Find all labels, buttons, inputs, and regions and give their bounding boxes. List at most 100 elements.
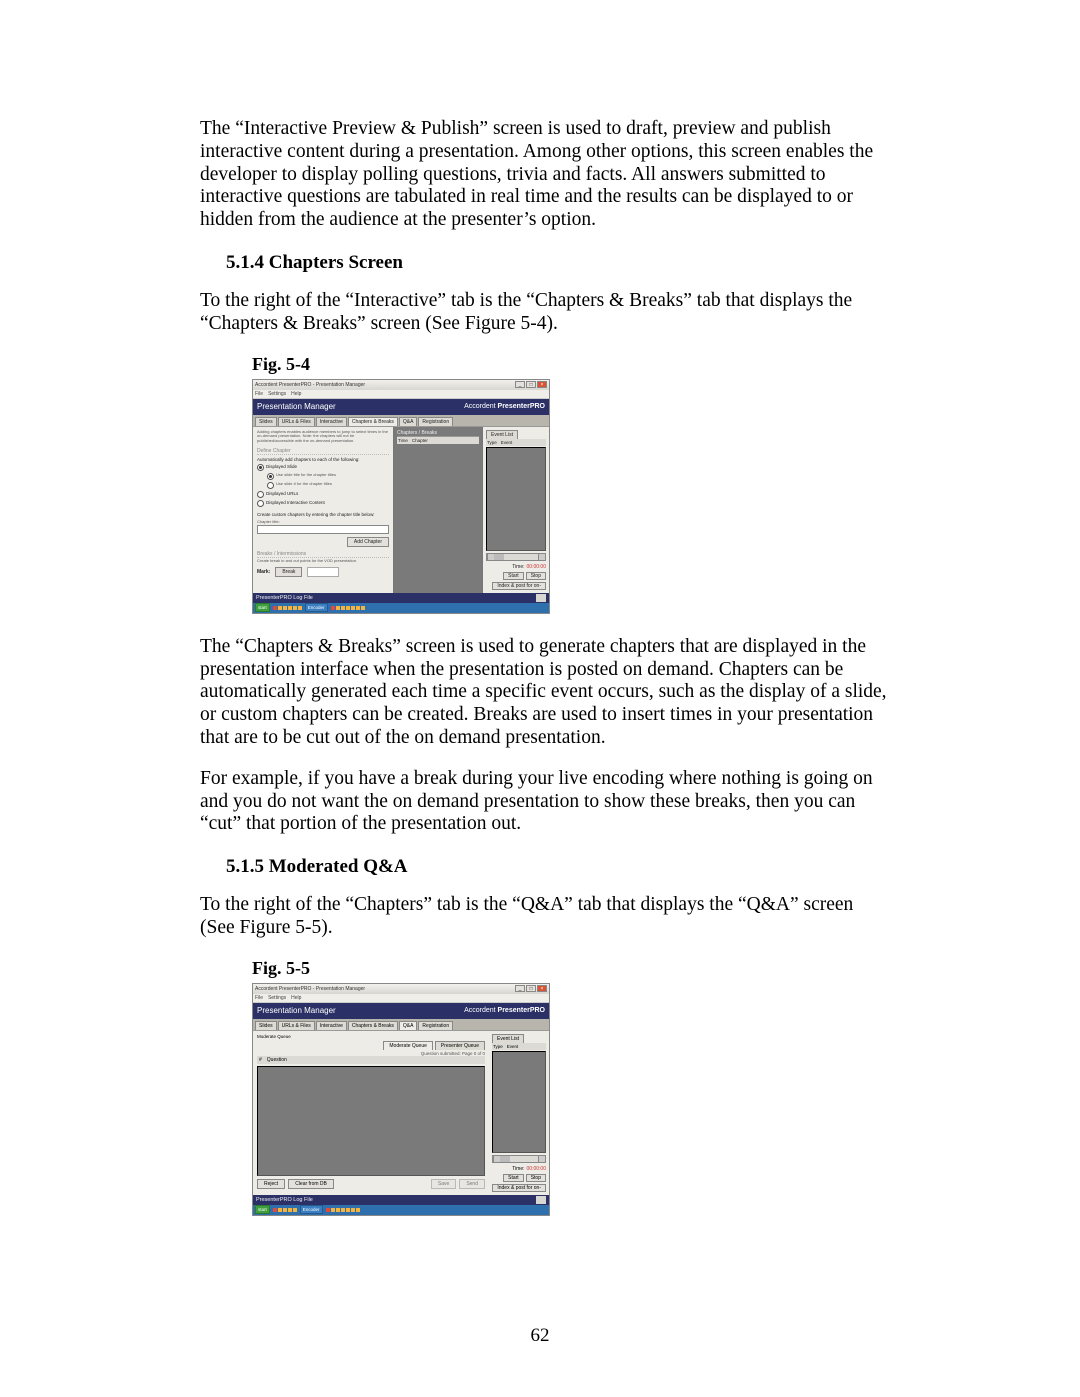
tray-icon[interactable] [351,1208,355,1212]
event-list-panel: Event List Type Event Time: [483,427,549,593]
app-window: Accordent PresenterPRO - Presentation Ma… [252,983,550,1216]
radio-displayed-urls[interactable]: Displayed URLs [257,491,389,498]
task-app[interactable]: Encoder [305,603,328,612]
sub-radio-slide-number[interactable]: Use slide # for the chapter titles [267,482,389,489]
event-list[interactable] [486,447,546,551]
add-chapter-button[interactable]: Add Chapter [347,537,389,547]
close-button[interactable]: × [537,985,547,992]
start-button[interactable]: Start [503,1174,524,1182]
tray-icon[interactable] [361,606,365,610]
menu-file[interactable]: File [255,995,263,1001]
radio-displayed-interactive[interactable]: Displayed Interactive Content [257,500,389,507]
ql-icon[interactable] [298,606,302,610]
stop-button[interactable]: Stop [526,572,546,580]
start-button[interactable]: Start [503,572,524,580]
subtab-moderate-queue[interactable]: Moderate Queue [383,1041,433,1050]
mid-header: Chapters / Breaks [397,430,479,437]
question-list[interactable] [257,1066,485,1176]
menu-settings[interactable]: Settings [268,995,286,1001]
scroll-right-icon[interactable] [538,1156,545,1162]
ql-icon[interactable] [288,1208,292,1212]
scroll-left-icon[interactable] [487,554,494,560]
tab-urls-files[interactable]: URLs & Files [278,1021,315,1030]
minimize-button[interactable]: _ [515,985,525,992]
clear-db-button[interactable]: Clear from DB [288,1179,334,1189]
tab-slides[interactable]: Slides [255,1021,277,1030]
tray-icon[interactable] [336,1208,340,1212]
ql-icon[interactable] [278,1208,282,1212]
maximize-button[interactable]: □ [526,985,536,992]
scroll-left-icon[interactable] [493,1156,500,1162]
task-app[interactable]: Encoder [300,1205,323,1214]
tray-icon[interactable] [356,606,360,610]
tab-urls-files[interactable]: URLs & Files [278,417,315,426]
scroll-thumb[interactable] [500,1156,510,1162]
menu-help[interactable]: Help [291,391,301,397]
break-button[interactable]: Break [275,567,302,577]
menu-settings[interactable]: Settings [268,391,286,397]
radio-icon [267,482,274,489]
ql-icon[interactable] [293,1208,297,1212]
scrollbar[interactable] [486,553,546,561]
scroll-thumb[interactable] [494,554,504,560]
tab-registration[interactable]: Registration [418,417,453,426]
chapter-title-input[interactable] [257,525,389,534]
index-post-button[interactable]: Index & post for on- [492,1184,546,1192]
tab-interactive[interactable]: Interactive [316,417,347,426]
tab-slides[interactable]: Slides [255,417,277,426]
start-menu-button[interactable]: start [255,1205,270,1214]
section-heading-515: 5.1.5 Moderated Q&A [200,856,890,878]
send-button[interactable]: Send [459,1179,485,1189]
reject-button[interactable]: Reject [257,1179,285,1189]
paragraph: To the right of the “Interactive” tab is… [200,290,890,336]
tray-icon[interactable] [331,1208,335,1212]
ql-icon[interactable] [283,1208,287,1212]
tab-chapters-breaks[interactable]: Chapters & Breaks [348,1021,398,1030]
radio-displayed-slide[interactable]: Displayed Slide [257,464,389,471]
collapse-icon[interactable] [536,1196,546,1204]
col-number: # [259,1057,262,1063]
ql-icon[interactable] [278,606,282,610]
collapse-icon[interactable] [536,594,546,602]
menu-file[interactable]: File [255,391,263,397]
tray-icon[interactable] [336,606,340,610]
save-button[interactable]: Save [431,1179,456,1189]
col-event: Event [501,440,513,445]
scrollbar[interactable] [492,1155,546,1163]
ql-icon[interactable] [273,606,277,610]
sub-radio-slide-title[interactable]: Use slide title for the chapter titles [267,473,389,480]
close-button[interactable]: × [537,381,547,388]
end-break-field[interactable] [307,567,339,577]
subtab-presenter-queue[interactable]: Presenter Queue [435,1041,485,1050]
tray-icon[interactable] [346,606,350,610]
ql-icon[interactable] [273,1208,277,1212]
stop-button[interactable]: Stop [526,1174,546,1182]
tray-icon[interactable] [341,606,345,610]
tab-event-list[interactable]: Event List [486,430,518,439]
chapters-list[interactable] [397,444,479,554]
tray-icon[interactable] [356,1208,360,1212]
maximize-button[interactable]: □ [526,381,536,388]
index-post-button[interactable]: Index & post for on- [492,582,546,590]
ql-icon[interactable] [293,606,297,610]
event-list[interactable] [492,1051,546,1153]
radio-icon [257,491,264,498]
tab-registration[interactable]: Registration [418,1021,453,1030]
minimize-button[interactable]: _ [515,381,525,388]
tab-interactive[interactable]: Interactive [316,1021,347,1030]
start-menu-button[interactable]: start [255,603,270,612]
tray-icon[interactable] [351,606,355,610]
menu-help[interactable]: Help [291,995,301,1001]
tab-qa[interactable]: Q&A [399,417,418,426]
tray-icon[interactable] [341,1208,345,1212]
ql-icon[interactable] [283,606,287,610]
tray-icon[interactable] [331,606,335,610]
ql-icon[interactable] [288,606,292,610]
tray-icon[interactable] [346,1208,350,1212]
tab-qa[interactable]: Q&A [399,1021,418,1030]
paragraph: For example, if you have a break during … [200,768,890,836]
tray-icon[interactable] [326,1208,330,1212]
scroll-right-icon[interactable] [538,554,545,560]
tab-chapters-breaks[interactable]: Chapters & Breaks [348,417,398,426]
tab-event-list[interactable]: Event List [492,1034,524,1043]
